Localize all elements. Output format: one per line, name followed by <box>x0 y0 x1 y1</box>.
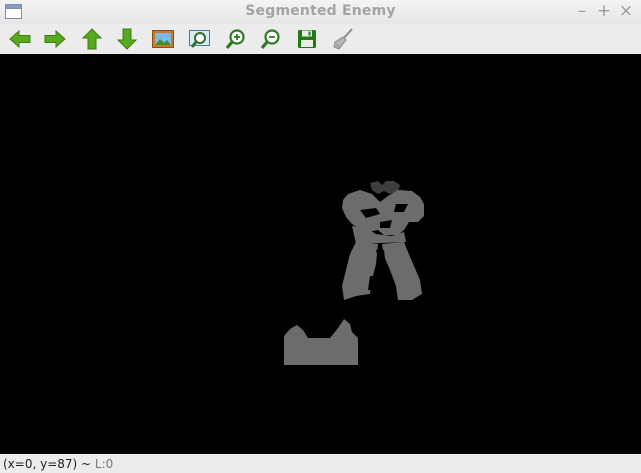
close-button[interactable]: × <box>618 1 634 21</box>
save-button[interactable] <box>294 26 320 52</box>
back-arrow-icon <box>9 29 31 49</box>
image-canvas[interactable] <box>0 54 641 454</box>
zoom-out-button[interactable] <box>258 26 284 52</box>
title-bar[interactable]: Segmented Enemy – + × <box>0 0 641 24</box>
next-button[interactable] <box>42 26 68 52</box>
toolbar <box>0 24 641 54</box>
window-title: Segmented Enemy <box>245 3 396 19</box>
up-button[interactable] <box>79 26 105 52</box>
zoom-fit-button[interactable] <box>187 26 213 52</box>
up-arrow-icon <box>81 28 103 50</box>
status-text: (x=0, y=87) ~ L:0 <box>3 457 113 471</box>
down-button[interactable] <box>114 26 140 52</box>
app-window: Segmented Enemy – + × (x=0, y=87) ~ L:0 <box>0 0 641 473</box>
level-indicator: L:0 <box>94 457 114 471</box>
down-arrow-icon <box>116 28 138 50</box>
cursor-coordinates: (x=0, y=87) ~ <box>3 457 95 471</box>
clear-button[interactable] <box>330 26 356 52</box>
maximize-button[interactable]: + <box>596 1 612 21</box>
previous-button[interactable] <box>7 26 33 52</box>
picture-icon <box>152 30 174 48</box>
zoom-in-icon <box>225 29 245 50</box>
minimize-button[interactable]: – <box>574 1 590 21</box>
broom-icon <box>333 28 353 50</box>
zoom-fit-icon <box>189 30 210 48</box>
zoom-in-button[interactable] <box>223 26 249 52</box>
segmentation-image <box>0 54 641 454</box>
save-icon <box>298 30 316 48</box>
status-bar: (x=0, y=87) ~ L:0 <box>0 454 641 473</box>
image-button[interactable] <box>150 26 176 52</box>
forward-arrow-icon <box>44 29 66 49</box>
zoom-out-icon <box>260 29 280 50</box>
